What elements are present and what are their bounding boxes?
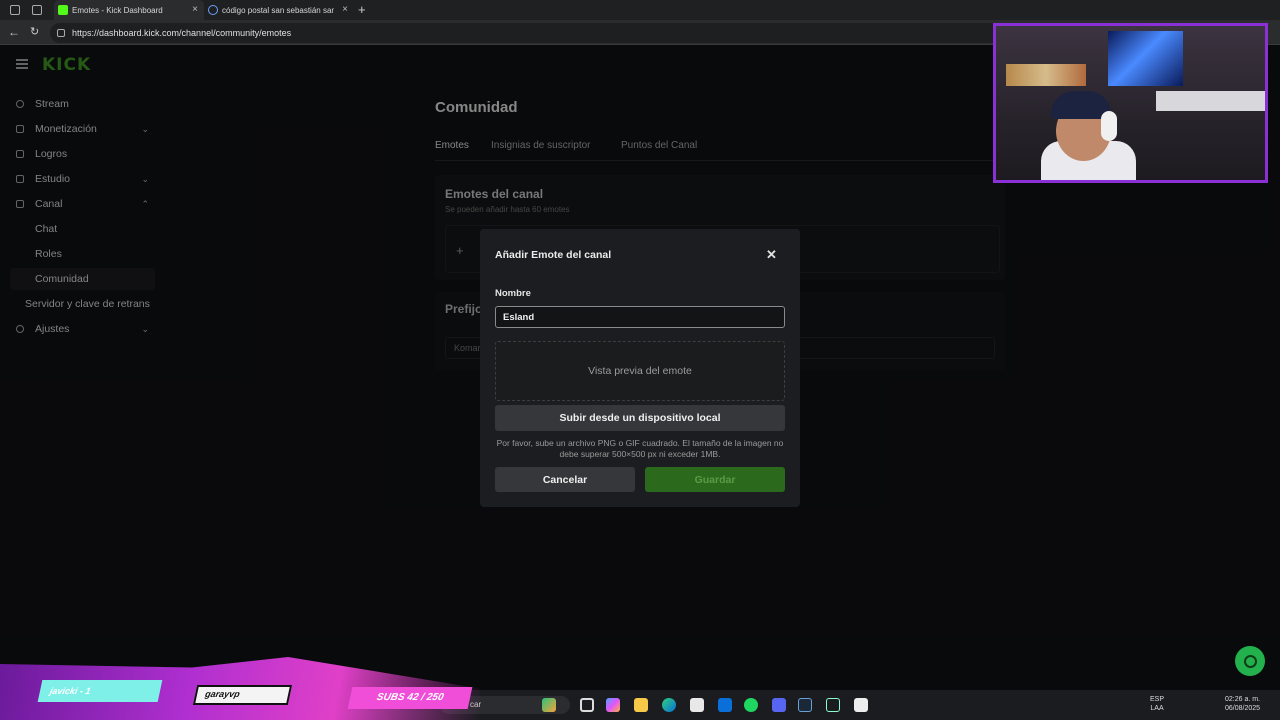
emote-name-input[interactable] — [495, 306, 785, 328]
name-label: Nombre — [495, 288, 531, 299]
app-icon[interactable] — [854, 698, 868, 712]
address-bar[interactable]: https://dashboard.kick.com/channel/commu… — [50, 23, 1010, 43]
copilot-icon[interactable] — [542, 698, 556, 712]
webcam-shelf-lights — [1006, 64, 1086, 86]
browser-tab-bar: Emotes - Kick Dashboard × código postal … — [0, 0, 1280, 20]
back-icon[interactable]: ← — [8, 25, 20, 39]
chat-bubble-icon — [1243, 654, 1257, 668]
site-info-icon[interactable] — [57, 29, 65, 37]
upload-button[interactable]: Subir desde un dispositivo local — [495, 405, 785, 431]
tab-actions-icon[interactable] — [32, 5, 42, 15]
modal-title: Añadir Emote del canal — [495, 249, 612, 261]
emote-preview-area: Vista previa del emote — [495, 341, 785, 401]
clock-date: 06/08/2025 — [1225, 705, 1261, 712]
tab-kick-dashboard[interactable]: Emotes - Kick Dashboard × — [54, 0, 204, 20]
subs-goal-label: SUBS 42 / 250 — [347, 687, 473, 709]
edge-icon[interactable] — [662, 698, 676, 712]
webcam-headphones — [1101, 111, 1117, 141]
recent-follower-label: garayvp — [192, 685, 293, 705]
new-tab-button[interactable]: + — [358, 2, 366, 17]
close-tab-icon[interactable]: × — [342, 4, 348, 15]
copilot-app-icon[interactable] — [606, 698, 620, 712]
lang-layout: LAA — [1150, 705, 1164, 712]
save-button[interactable]: Guardar — [645, 467, 785, 492]
terminal-icon[interactable] — [826, 698, 840, 712]
spotify-icon[interactable] — [744, 698, 758, 712]
support-chat-button[interactable] — [1235, 646, 1265, 676]
webcam-feed — [993, 23, 1268, 183]
webcam-monitor — [1108, 31, 1183, 86]
file-explorer-icon[interactable] — [634, 698, 648, 712]
recent-sub-label: javicki - 1 — [37, 680, 163, 702]
store-icon[interactable] — [690, 698, 704, 712]
lang-code: ESP — [1150, 696, 1165, 703]
discord-icon[interactable] — [772, 698, 786, 712]
close-icon[interactable]: ✕ — [766, 247, 777, 263]
tab-search[interactable]: código postal san sebastián san ... × — [204, 0, 354, 20]
upload-hint: Por favor, sube un archivo PNG o GIF cua… — [496, 438, 784, 459]
clock-time: 02:26 a. m. — [1225, 696, 1261, 703]
preview-text: Vista previa del emote — [588, 365, 692, 377]
cancel-button[interactable]: Cancelar — [495, 467, 635, 492]
reload-icon[interactable]: ↻ — [30, 25, 39, 38]
outlook-icon[interactable] — [718, 698, 732, 712]
steam-icon[interactable] — [798, 698, 812, 712]
tab-label: Emotes - Kick Dashboard — [72, 5, 163, 15]
keyboard-language[interactable]: ESP LAA — [1150, 695, 1164, 713]
webcam-desk — [1156, 91, 1265, 111]
tab-label: código postal san sebastián san ... — [222, 5, 334, 15]
search-favicon-icon — [208, 5, 218, 15]
kick-favicon-icon — [58, 5, 68, 15]
system-clock[interactable]: 02:26 a. m. 06/08/2025 — [1225, 695, 1260, 713]
url-text: https://dashboard.kick.com/channel/commu… — [72, 28, 292, 38]
close-tab-icon[interactable]: × — [192, 4, 198, 15]
workspaces-icon[interactable] — [10, 5, 20, 15]
task-view-icon[interactable] — [580, 698, 594, 712]
